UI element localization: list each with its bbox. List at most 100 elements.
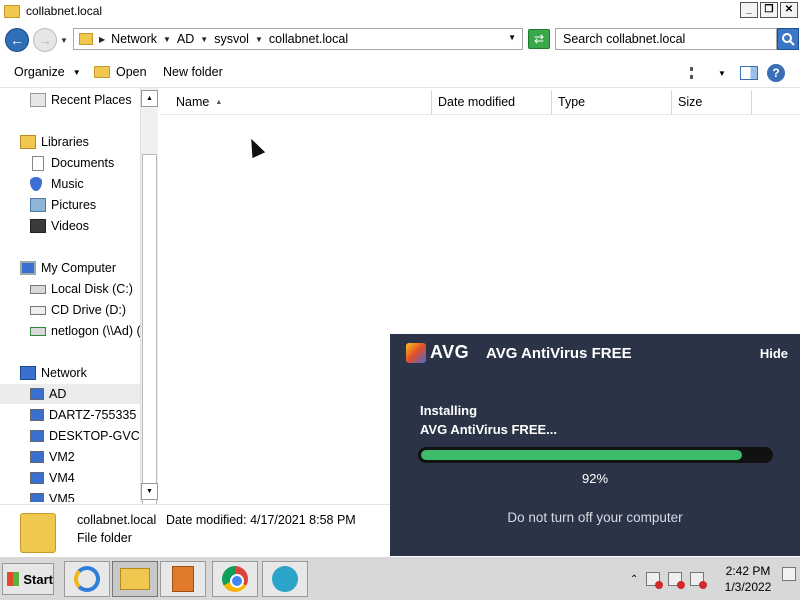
window-controls: _ ❐ ✕ xyxy=(740,2,798,18)
clock[interactable]: 2:42 PM 1/3/2022 xyxy=(716,563,780,595)
nav-item-dartz[interactable]: DARTZ-755335 xyxy=(30,405,136,425)
computer-icon xyxy=(30,430,44,442)
clock-time: 2:42 PM xyxy=(725,564,771,578)
taskbar-accessibility[interactable] xyxy=(262,561,308,597)
breadcrumb-sysvol[interactable]: sysvol xyxy=(214,32,249,46)
scroll-up-icon[interactable]: ▲ xyxy=(141,90,158,107)
clock-date: 1/3/2022 xyxy=(724,580,772,594)
taskbar-media-player[interactable] xyxy=(160,561,206,597)
scroll-thumb[interactable] xyxy=(142,154,157,524)
breadcrumb-arrow-icon[interactable]: ▼ xyxy=(200,35,208,44)
computer-icon xyxy=(30,472,44,484)
computer-icon xyxy=(30,409,44,421)
file-explorer-icon xyxy=(120,568,150,590)
nav-item-libraries[interactable]: Libraries xyxy=(20,132,89,152)
breadcrumb-collabnet[interactable]: collabnet.local xyxy=(269,32,348,46)
hide-button[interactable]: Hide xyxy=(760,346,788,361)
chrome-icon xyxy=(222,566,248,592)
avg-install-popup: AVG AVG AntiVirus FREE Hide Installing A… xyxy=(390,334,800,556)
forward-button[interactable]: → xyxy=(33,28,57,52)
nav-item-label: My Computer xyxy=(41,261,117,275)
recent-pages-dropdown[interactable]: ▼ xyxy=(60,36,68,45)
nav-item-videos[interactable]: Videos xyxy=(30,216,89,236)
nav-item-pictures[interactable]: Pictures xyxy=(30,195,96,215)
nav-item-local-disk[interactable]: Local Disk (C:) xyxy=(30,279,133,299)
network-status-icon[interactable] xyxy=(668,572,686,589)
address-bar[interactable]: ▶ Network ▼ AD ▼ sysvol ▼ collabnet.loca… xyxy=(73,28,523,50)
network-icon xyxy=(20,366,36,380)
pictures-icon xyxy=(30,198,46,212)
breadcrumb-arrow-icon[interactable]: ▼ xyxy=(163,35,171,44)
accessibility-icon xyxy=(272,566,298,592)
search-input[interactable]: Search collabnet.local xyxy=(555,28,777,50)
install-status-product: AVG AntiVirus FREE... xyxy=(420,422,558,437)
column-header-size[interactable]: Size xyxy=(672,90,752,114)
nav-item-vm4[interactable]: VM4 xyxy=(30,468,75,488)
search-icon[interactable] xyxy=(777,28,799,50)
address-dropdown-icon[interactable]: ▼ xyxy=(508,33,516,42)
nav-item-cd-drive[interactable]: CD Drive (D:) xyxy=(30,300,126,320)
open-folder-icon xyxy=(94,66,110,78)
minimize-button[interactable]: _ xyxy=(740,2,758,18)
nav-item-label: Network xyxy=(41,366,87,380)
nav-item-vm2[interactable]: VM2 xyxy=(30,447,75,467)
help-icon[interactable]: ? xyxy=(767,64,785,82)
action-center-icon[interactable] xyxy=(646,572,664,589)
nav-item-label: Recent Places xyxy=(51,93,132,107)
close-button[interactable]: ✕ xyxy=(780,2,798,18)
preview-pane-icon[interactable] xyxy=(740,66,758,80)
column-header-name[interactable]: Name ▲ xyxy=(160,90,432,114)
breadcrumb-network[interactable]: Network xyxy=(111,32,157,46)
column-header-date-modified[interactable]: Date modified xyxy=(432,90,552,114)
sort-ascending-icon: ▲ xyxy=(215,98,223,106)
nav-item-network[interactable]: Network xyxy=(20,363,87,383)
window-title: collabnet.local xyxy=(26,4,103,18)
install-progress-bar xyxy=(418,447,773,463)
refresh-button[interactable]: ⇄ xyxy=(528,29,550,49)
column-header-type[interactable]: Type xyxy=(552,90,672,114)
nav-item-desktop-gvc8r[interactable]: DESKTOP-GVC8R xyxy=(30,426,156,446)
nav-item-label: netlogon (\\Ad) ( xyxy=(51,324,141,338)
organize-menu[interactable]: Organize ▼ xyxy=(14,65,81,79)
details-date-modified: Date modified: 4/17/2021 8:58 PM xyxy=(166,513,356,527)
folder-icon xyxy=(79,33,93,45)
show-desktop-button[interactable] xyxy=(782,567,796,581)
nav-item-music[interactable]: Music xyxy=(30,174,84,194)
volume-icon[interactable] xyxy=(690,572,708,589)
views-icon[interactable] xyxy=(690,67,706,79)
breadcrumb-ad[interactable]: AD xyxy=(177,32,194,46)
show-hidden-icons-icon[interactable]: ⌃ xyxy=(630,574,638,585)
restore-button[interactable]: ❐ xyxy=(760,2,778,18)
back-button[interactable]: ← xyxy=(5,28,29,52)
nav-scrollbar[interactable]: ▲ ▼ xyxy=(140,88,158,524)
breadcrumb-arrow-icon[interactable]: ▶ xyxy=(99,35,105,44)
avg-logo-text: AVG xyxy=(430,342,470,362)
computer-icon xyxy=(30,388,44,400)
taskbar-internet-explorer[interactable] xyxy=(64,561,110,597)
new-folder-button[interactable]: New folder xyxy=(163,65,223,79)
details-type: File folder xyxy=(77,531,132,545)
nav-item-label: DARTZ-755335 xyxy=(49,408,137,422)
nav-item-label: CD Drive (D:) xyxy=(51,303,126,317)
nav-item-documents[interactable]: Documents xyxy=(30,153,114,173)
navigation-pane: Recent Places Libraries Documents Music … xyxy=(0,88,158,502)
views-dropdown-icon[interactable]: ▼ xyxy=(718,69,726,78)
taskbar-chrome[interactable] xyxy=(212,561,258,597)
nav-item-my-computer[interactable]: My Computer xyxy=(20,258,116,278)
nav-item-label: Videos xyxy=(51,219,89,233)
details-name: collabnet.local xyxy=(77,513,157,527)
breadcrumb-arrow-icon[interactable]: ▼ xyxy=(255,35,263,44)
media-player-icon xyxy=(172,566,194,592)
title-bar: collabnet.local _ ❐ ✕ xyxy=(0,0,800,22)
install-progress-fill xyxy=(421,450,743,460)
column-label: Name xyxy=(176,95,210,109)
start-button[interactable]: Start xyxy=(2,563,54,595)
nav-item-recent-places[interactable]: Recent Places xyxy=(30,90,132,110)
taskbar-file-explorer[interactable] xyxy=(112,561,158,597)
nav-item-netlogon[interactable]: netlogon (\\Ad) ( xyxy=(30,321,141,341)
nav-item-ad[interactable]: AD xyxy=(0,384,140,404)
command-bar: Organize ▼ Open New folder ▼ ? xyxy=(0,58,800,88)
scroll-down-icon[interactable]: ▼ xyxy=(141,483,158,500)
open-button[interactable]: Open xyxy=(94,65,147,79)
nav-item-vm5[interactable]: VM5 xyxy=(30,489,75,502)
